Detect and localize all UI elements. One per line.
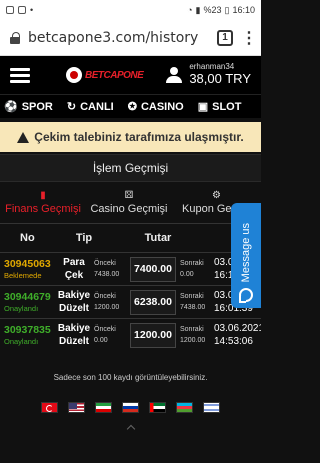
next-balance: 0.00 xyxy=(180,271,194,278)
previous-label: Önceki xyxy=(94,292,116,300)
status-badge: Beklemede xyxy=(4,270,42,280)
type-line1: Bakiye xyxy=(57,323,91,334)
amount: 1200.00 xyxy=(130,322,176,348)
previous-balance: 7438.00 xyxy=(94,271,120,278)
lock-icon xyxy=(10,31,20,44)
logo-text: BETCAPONE xyxy=(85,69,144,81)
message-us-label: Message us xyxy=(240,222,252,282)
column-no: No xyxy=(20,232,35,244)
logo-emblem-icon xyxy=(66,67,82,83)
previous-balance: 0.00 xyxy=(94,337,108,344)
nav-item-spor[interactable]: ⚽ SPOR xyxy=(4,100,53,114)
casino-chip-icon: ✪ xyxy=(127,101,137,113)
language-selector xyxy=(0,402,261,413)
transaction-no: 30937835 xyxy=(4,323,51,336)
usa-flag-icon[interactable] xyxy=(68,402,85,413)
russia-flag-icon[interactable] xyxy=(122,402,139,413)
amount: 6238.00 xyxy=(130,289,176,315)
column-amount: Tutar xyxy=(144,232,172,244)
status-bar: • ◔ ▮ %23 ▯ 16:10 xyxy=(0,0,261,20)
next-label: Sonraki xyxy=(180,292,204,300)
transaction-no: 30944679 xyxy=(4,290,51,303)
iran-flag-icon[interactable] xyxy=(95,402,112,413)
wifi-icon: ◔ xyxy=(187,5,193,15)
history-limit-note: Sadece son 100 kaydı görüntüleyebilirsin… xyxy=(53,373,208,382)
warning-icon xyxy=(17,131,30,143)
site-logo[interactable]: BETCAPONE xyxy=(66,67,144,83)
tab-label: Casino Geçmişi xyxy=(90,203,168,215)
finance-icon: ▮ xyxy=(40,190,46,201)
previous-label: Önceki xyxy=(94,325,116,333)
tab-finans[interactable]: ▮ Finans Geçmişi xyxy=(0,182,86,223)
nav-item-slot[interactable]: ▣ SLOT xyxy=(197,100,242,114)
next-balance: 1200.00 xyxy=(180,337,206,344)
tab-casino[interactable]: ⚄ Casino Geçmişi xyxy=(86,182,172,223)
table-row[interactable]: 30937835 Onaylandı Bakiye Düzelt Önceki 0.0… xyxy=(0,318,261,351)
nav-label: SPOR xyxy=(21,100,53,113)
notification-icon xyxy=(18,6,26,14)
uae-flag-icon[interactable] xyxy=(149,402,166,413)
live-icon: ↻ xyxy=(66,101,77,113)
message-us-button[interactable]: Message us xyxy=(231,203,261,308)
type-line2: Düzelt xyxy=(59,303,89,314)
previous-label: Önceki xyxy=(94,259,116,267)
history-tabs: ▮ Finans Geçmişi ⚄ Casino Geçmişi ⚙ Kupo… xyxy=(0,182,261,224)
status-right: ◔ ▮ %23 ▯ 16:10 xyxy=(187,5,255,16)
amount: 7400.00 xyxy=(130,256,176,282)
type-line2: Düzelt xyxy=(59,336,89,347)
status-badge: Onaylandı xyxy=(4,303,39,313)
nav-label: CASINO xyxy=(140,100,184,113)
next-label: Sonraki xyxy=(180,259,204,267)
chat-bubble-icon xyxy=(239,288,253,303)
account-info[interactable]: erhanman34 38,00 TRY xyxy=(166,63,251,86)
type-line2: Çek xyxy=(64,270,84,281)
scroll-up-icon[interactable] xyxy=(126,424,135,434)
coupon-icon: ⚙ xyxy=(212,190,221,201)
slot-machine-icon: ▣ xyxy=(197,101,209,113)
status-notification-icons: • xyxy=(6,5,33,15)
hamburger-menu-icon[interactable] xyxy=(10,67,30,83)
battery-icon: ▯ xyxy=(224,4,230,15)
column-type: Tip xyxy=(75,232,93,244)
type-line1: Para xyxy=(63,257,85,268)
balance: 38,00 TRY xyxy=(189,71,251,87)
more-notifications-icon: • xyxy=(30,5,34,15)
tab-switcher-button[interactable]: 1 xyxy=(217,29,233,46)
nav-item-casino[interactable]: ✪ CASINO xyxy=(127,100,184,114)
israel-flag-icon[interactable] xyxy=(203,402,220,413)
nav-label: CANLI xyxy=(80,100,114,113)
dice-icon: ⚄ xyxy=(124,190,134,201)
date: 03.06.2021 xyxy=(214,323,261,334)
time: 14:53:06 xyxy=(214,336,253,347)
url-field[interactable]: betcapone3.com/history xyxy=(28,30,209,46)
user-icon xyxy=(166,67,183,83)
next-label: Sonraki xyxy=(180,325,204,333)
browser-url-bar: betcapone3.com/history 1 ⋮ xyxy=(0,20,261,56)
browser-menu-button[interactable]: ⋮ xyxy=(241,28,257,48)
transaction-list: 30945063 Beklemede Para Çek Önceki 7438.00 … xyxy=(0,252,261,351)
notification-icon xyxy=(6,6,14,14)
tab-label: Finans Geçmişi xyxy=(5,203,81,215)
status-badge: Onaylandı xyxy=(4,336,39,346)
transaction-no: 30945063 xyxy=(4,257,51,270)
alert-banner: Çekim talebiniz tarafımıza ulaşmıştır. xyxy=(0,118,261,152)
battery-percent: %23 xyxy=(203,5,222,15)
nav-item-canli[interactable]: ↻ CANLI xyxy=(66,100,114,114)
page-title: İşlem Geçmişi xyxy=(0,154,261,182)
nav-label: SLOT xyxy=(212,100,242,113)
turkey-flag-icon[interactable] xyxy=(41,402,58,413)
next-balance: 7438.00 xyxy=(180,304,206,311)
site-header: BETCAPONE erhanman34 38,00 TRY xyxy=(0,56,261,94)
table-row[interactable]: 30944679 Onaylandı Bakiye Düzelt Önceki 120… xyxy=(0,285,261,318)
soccer-ball-icon: ⚽ xyxy=(4,101,18,113)
table-row[interactable]: 30945063 Beklemede Para Çek Önceki 7438.00 … xyxy=(0,252,261,285)
azerbaijan-flag-icon[interactable] xyxy=(176,402,193,413)
main-nav: ⚽ SPOR ↻ CANLI ✪ CASINO ▣ SLOT xyxy=(0,94,261,118)
table-header: No Tip Tutar xyxy=(0,224,261,252)
type-line1: Bakiye xyxy=(57,290,91,301)
previous-balance: 1200.00 xyxy=(94,304,120,311)
signal-icon: ▮ xyxy=(195,4,201,15)
clock: 16:10 xyxy=(232,5,255,15)
alert-text: Çekim talebiniz tarafımıza ulaşmıştır. xyxy=(34,130,244,144)
